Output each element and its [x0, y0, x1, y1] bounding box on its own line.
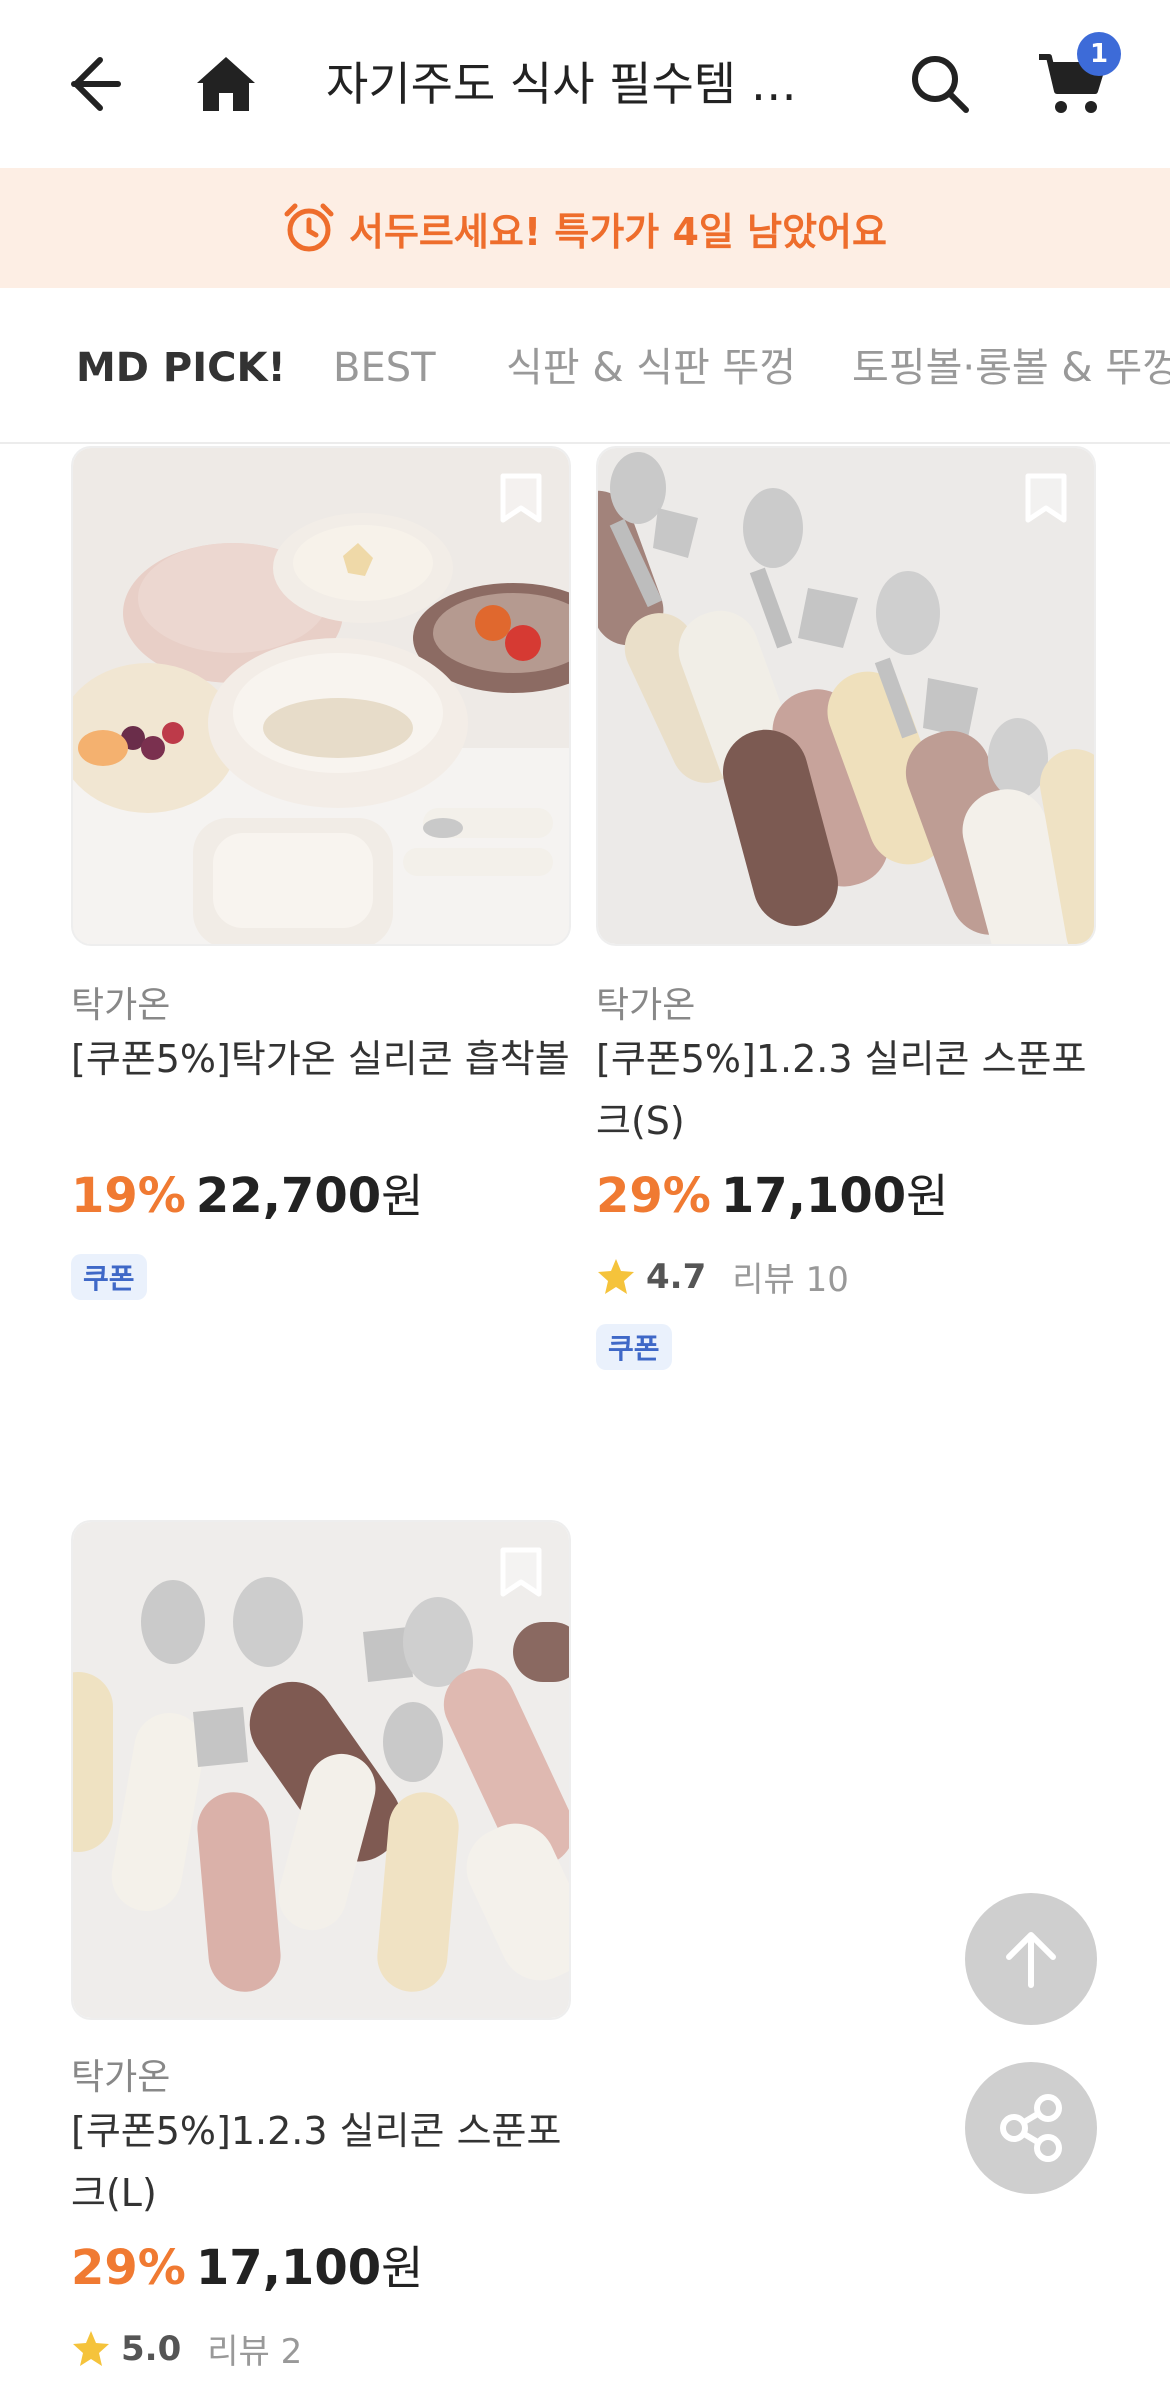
price-row: 29% 17,100 원 [71, 2232, 423, 2298]
share-icon [1000, 2094, 1062, 2162]
product-image[interactable] [71, 446, 571, 946]
product-brand: 탁가온 [71, 2057, 171, 2098]
deal-countdown-banner: 서두르세요! 특가가 4일 남았어요 [0, 168, 1170, 288]
home-icon [197, 57, 255, 111]
bookmark-icon[interactable] [499, 1546, 543, 1598]
bookmark-icon[interactable] [499, 472, 543, 524]
coupon-badge: 쿠폰 [71, 1254, 147, 1300]
product-card[interactable]: 탁가온 [쿠폰5%]1.2.3 실리콘 스푼포크(L) 29% 17,100 원… [71, 1520, 571, 2390]
page-title: 자기주도 식사 필수템 … [326, 57, 797, 111]
discount-rate: 29% [596, 1168, 711, 1224]
product-brand: 탁가온 [596, 985, 696, 1026]
cart-count-badge: 1 [1077, 32, 1121, 76]
tab-plates[interactable]: 식판 & 식판 뚜껑 [506, 344, 796, 392]
price-row: 19% 22,700 원 [71, 1160, 423, 1226]
rating-row: 4.7 리뷰 10 [596, 1252, 849, 1301]
rating-row: 5.0 리뷰 2 [71, 2324, 302, 2373]
product-card[interactable]: 탁가온 [쿠폰5%]탁가온 실리콘 흡착볼 19% 22,700 원 쿠폰 [71, 446, 571, 1326]
price-currency: 원 [381, 1169, 424, 1223]
alarm-clock-icon [284, 203, 334, 252]
category-tabs: MD PICK! BEST 식판 & 식판 뚜껑 토핑볼·롱볼 & 뚜껑 [0, 288, 1170, 444]
star-icon [73, 2330, 109, 2366]
back-button[interactable] [44, 34, 144, 134]
tab-topping-bowls[interactable]: 토핑볼·롱볼 & 뚜껑 [852, 344, 1170, 392]
discount-rate: 19% [71, 1168, 186, 1224]
search-icon [912, 56, 969, 113]
product-name[interactable]: [쿠폰5%]1.2.3 실리콘 스푼포크(L) [71, 2100, 581, 2224]
countdown-text: 서두르세요! 특가가 4일 남았어요 [349, 209, 887, 254]
price-currency: 원 [381, 2241, 424, 2295]
product-price: 22,700 [195, 1168, 382, 1224]
coupon-badge: 쿠폰 [596, 1324, 672, 1370]
price-currency: 원 [906, 1169, 949, 1223]
rating-value: 5.0 [121, 2328, 182, 2369]
review-count[interactable]: 리뷰 2 [207, 2324, 302, 2373]
tab-best[interactable]: BEST [333, 344, 436, 392]
tab-md-pick[interactable]: MD PICK! [76, 344, 286, 392]
product-image[interactable] [71, 1520, 571, 2020]
star-icon [598, 1258, 634, 1294]
top-app-bar: 자기주도 식사 필수템 … 1 [0, 0, 1170, 168]
product-name[interactable]: [쿠폰5%]탁가온 실리콘 흡착볼 [71, 1028, 581, 1090]
arrow-left-icon [71, 57, 121, 111]
product-brand: 탁가온 [71, 985, 171, 1026]
price-row: 29% 17,100 원 [596, 1160, 948, 1226]
arrow-up-icon [1006, 1932, 1056, 1988]
home-button[interactable] [176, 34, 276, 134]
share-button[interactable] [965, 2062, 1097, 2194]
search-button[interactable] [890, 34, 990, 134]
scroll-to-top-button[interactable] [965, 1893, 1097, 2025]
product-card[interactable]: 탁가온 [쿠폰5%]1.2.3 실리콘 스푼포크(S) 29% 17,100 원… [596, 446, 1096, 1396]
review-count[interactable]: 리뷰 10 [732, 1252, 849, 1301]
product-price: 17,100 [720, 1168, 907, 1224]
product-name[interactable]: [쿠폰5%]1.2.3 실리콘 스푼포크(S) [596, 1028, 1106, 1152]
rating-value: 4.7 [646, 1256, 707, 1297]
bookmark-icon[interactable] [1024, 472, 1068, 524]
discount-rate: 29% [71, 2240, 186, 2296]
product-price: 17,100 [195, 2240, 382, 2296]
product-image[interactable] [596, 446, 1096, 946]
